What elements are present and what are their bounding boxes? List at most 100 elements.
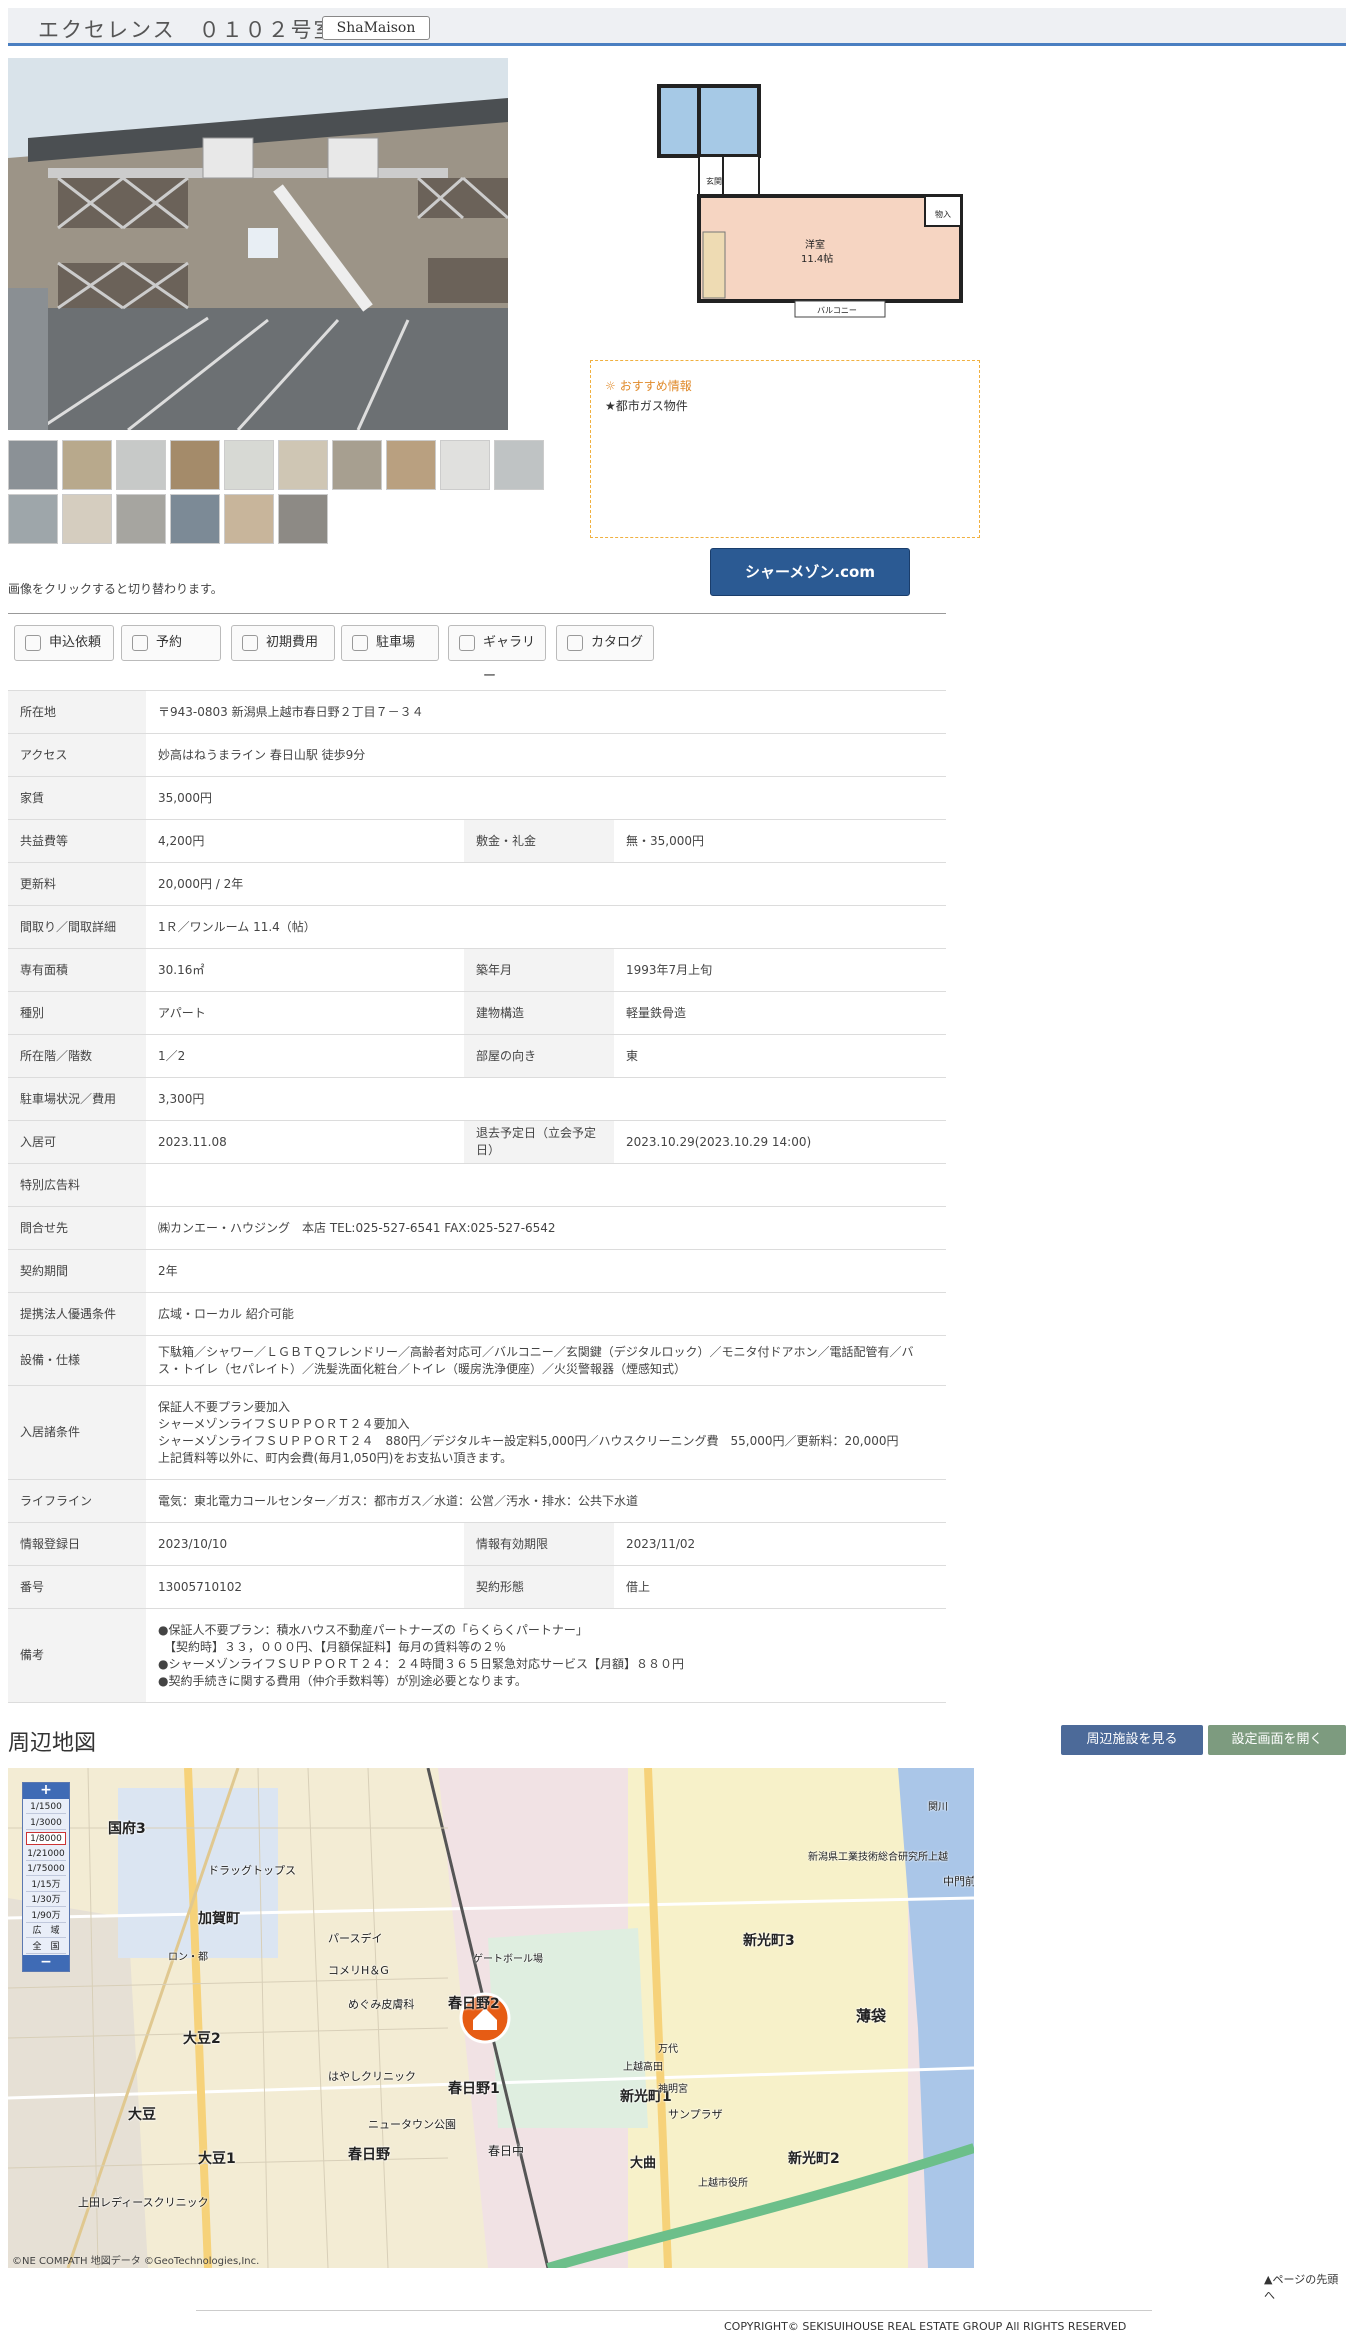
detail-key: ライフライン [8, 1479, 146, 1523]
sharemaison-button[interactable]: シャーメゾン.com [710, 548, 910, 596]
zoom-level-option[interactable]: 1/8000 [26, 1832, 66, 1845]
property-details-table: 所在地 〒943-0803 新潟県上越市春日野２丁目７－３４ アクセス 妙高はねうまラ… [8, 690, 946, 1703]
action-button-2[interactable]: 初期費用 [231, 625, 335, 661]
action-button-label: カタログ [591, 635, 644, 650]
map-place-label: 加賀町 [198, 1911, 240, 1927]
zoom-level-option[interactable]: 1/1500 [26, 1801, 66, 1814]
detail-key: 家賃 [8, 776, 146, 820]
zoom-level-option[interactable]: 1/75000 [26, 1863, 66, 1876]
detail-row: 間取り／間取詳細 1Ｒ／ワンルーム 11.4（帖） [8, 905, 946, 949]
action-button-4[interactable]: ギャラリー [448, 625, 546, 684]
detail-key: 部屋の向き [464, 1034, 614, 1078]
divider [8, 613, 946, 614]
thumbnail-photo[interactable] [332, 440, 382, 490]
thumbnail-photo[interactable] [386, 440, 436, 490]
thumbnail-photo[interactable] [62, 494, 112, 544]
detail-key: 駐車場状況／費用 [8, 1077, 146, 1121]
parking-icon [352, 635, 368, 651]
thumbnail-photo[interactable] [278, 494, 328, 544]
map-place-label: 大曲 [630, 2156, 657, 2171]
detail-value: 2023.11.08 [146, 1120, 464, 1164]
thumbnail-photo[interactable] [224, 440, 274, 490]
balcony-label: バルコニー [817, 306, 857, 315]
detail-row: 所在地 〒943-0803 新潟県上越市春日野２丁目７－３４ [8, 690, 946, 734]
gallery-icon [459, 635, 475, 651]
zoom-out-button[interactable]: − [23, 1955, 69, 1971]
detail-value: 2023/10/10 [146, 1522, 464, 1566]
action-button-3[interactable]: 駐車場 [341, 625, 439, 661]
page-top-link[interactable]: ▲ページの先頭へ [1264, 2271, 1348, 2303]
map-place-label: パースデイ [328, 1932, 383, 1945]
detail-row: 問合せ先 ㈱カンエー・ハウジング 本店 TEL:025-527-6541 FAX:… [8, 1206, 946, 1250]
thumbnail-photo[interactable] [8, 440, 58, 490]
detail-key: 入居諸条件 [8, 1385, 146, 1480]
zoom-level-option[interactable]: 1/90万 [26, 1910, 66, 1923]
detail-row: 共益費等 4,200円 敷金・礼金 無・35,000円 [8, 819, 946, 863]
thumbnail-photo[interactable] [494, 440, 544, 490]
map-place-label: 新潟県工業技術総合研究所上越 [808, 1852, 948, 1863]
thumbnail-photo[interactable] [116, 440, 166, 490]
detail-value: 保証人不要プラン要加入 シャーメゾンライフＳＵＰＰＯＲＴ２４要加入 シャーメゾン… [146, 1385, 946, 1480]
area-map[interactable]: 国府3 加賀町 大豆2 大豆 大豆1 春日野2 春日野1 春日野 新光町3 新光町1 新光町2 薄袋春… [8, 1768, 974, 2268]
map-place-label: 大豆1 [198, 2151, 236, 2167]
detail-value: 2023.10.29(2023.10.29 14:00) [614, 1120, 946, 1164]
map-place-label: サンプラザ [668, 2108, 723, 2121]
detail-key: 所在地 [8, 690, 146, 734]
zoom-level-option[interactable]: 1/15万 [26, 1879, 66, 1892]
map-place-label: 関川 [928, 1802, 948, 1813]
map-place-label: 大豆 [128, 2107, 156, 2123]
zoom-level-option[interactable]: 1/3000 [26, 1817, 66, 1830]
floor-plan[interactable]: 玄関 物入 洋室 11.4帖 バルコニー [645, 72, 965, 320]
detail-key: 契約形態 [464, 1565, 614, 1609]
thumbnail-photo[interactable] [8, 494, 58, 544]
detail-value [146, 1163, 946, 1207]
detail-value: 下駄箱／シャワー／ＬＧＢＴＱフレンドリー／高齢者対応可／バルコニー／玄関鍵（デジ… [146, 1335, 946, 1386]
map-place-label: 春日野2 [448, 1996, 500, 2012]
clock-icon [132, 635, 148, 651]
property-title: エクセレンス ０１０２号室 [38, 18, 337, 42]
detail-key: 設備・仕様 [8, 1335, 146, 1386]
recommend-heading: ☼ おすすめ情報 [605, 379, 692, 393]
detail-value: 20,000円 / 2年 [146, 862, 946, 906]
zoom-level-option[interactable]: 広 域 [26, 1925, 66, 1938]
genkan-label: 玄関 [706, 176, 722, 186]
thumbnail-photo[interactable] [278, 440, 328, 490]
thumbnail-photo[interactable] [62, 440, 112, 490]
detail-key: 敷金・礼金 [464, 819, 614, 863]
detail-key: 提携法人優遇条件 [8, 1292, 146, 1336]
detail-key: 専有面積 [8, 948, 146, 992]
detail-value: 35,000円 [146, 776, 946, 820]
zoom-level-option[interactable]: 全 国 [26, 1941, 66, 1954]
detail-row: 特別広告料 [8, 1163, 946, 1207]
room-label: 洋室 [805, 238, 825, 251]
map-place-label: 新光町3 [743, 1933, 795, 1949]
nearby-facilities-button[interactable]: 周辺施設を見る [1061, 1725, 1203, 1755]
room-size: 11.4帖 [801, 252, 833, 265]
thumbnail-photo[interactable] [116, 494, 166, 544]
thumbnail-photo[interactable] [440, 440, 490, 490]
map-place-label: 大豆2 [183, 2031, 221, 2047]
map-place-label: 神明宮 [658, 2084, 688, 2095]
detail-value: 2年 [146, 1249, 946, 1293]
zoom-level-option[interactable]: 1/21000 [26, 1848, 66, 1861]
detail-value: 1／2 [146, 1034, 464, 1078]
action-button-0[interactable]: 申込依頼 [14, 625, 114, 661]
zoom-level-option[interactable]: 1/30万 [26, 1894, 66, 1907]
zoom-in-button[interactable]: + [23, 1783, 69, 1799]
recommend-text: ★都市ガス物件 [605, 399, 688, 413]
detail-row: 駐車場状況／費用 3,300円 [8, 1077, 946, 1121]
action-button-5[interactable]: カタログ [556, 625, 654, 661]
map-settings-button[interactable]: 設定画面を開く [1208, 1725, 1346, 1755]
thumbnail-photo[interactable] [224, 494, 274, 544]
map-credit: ©NE COMPATH 地図データ ©GeoTechnologies,Inc. [12, 2256, 260, 2267]
action-button-1[interactable]: 予約 [121, 625, 221, 661]
thumbnail-photo[interactable] [170, 440, 220, 490]
detail-key: 特別広告料 [8, 1163, 146, 1207]
map-zoom-control[interactable]: + 1/1500 1/3000 1/8000 1/21000 1/75000 1/15万 1… [22, 1782, 70, 1972]
map-place-label: ゲートボール場 [473, 1954, 543, 1965]
main-photo[interactable] [8, 58, 508, 430]
page-header: エクセレンス ０１０２号室 ShaMaison [8, 8, 1346, 46]
detail-row: ライフライン 電気：東北電力コールセンター／ガス：都市ガス／水道：公営／汚水・排水… [8, 1479, 946, 1523]
detail-key: 更新料 [8, 862, 146, 906]
thumbnail-photo[interactable] [170, 494, 220, 544]
